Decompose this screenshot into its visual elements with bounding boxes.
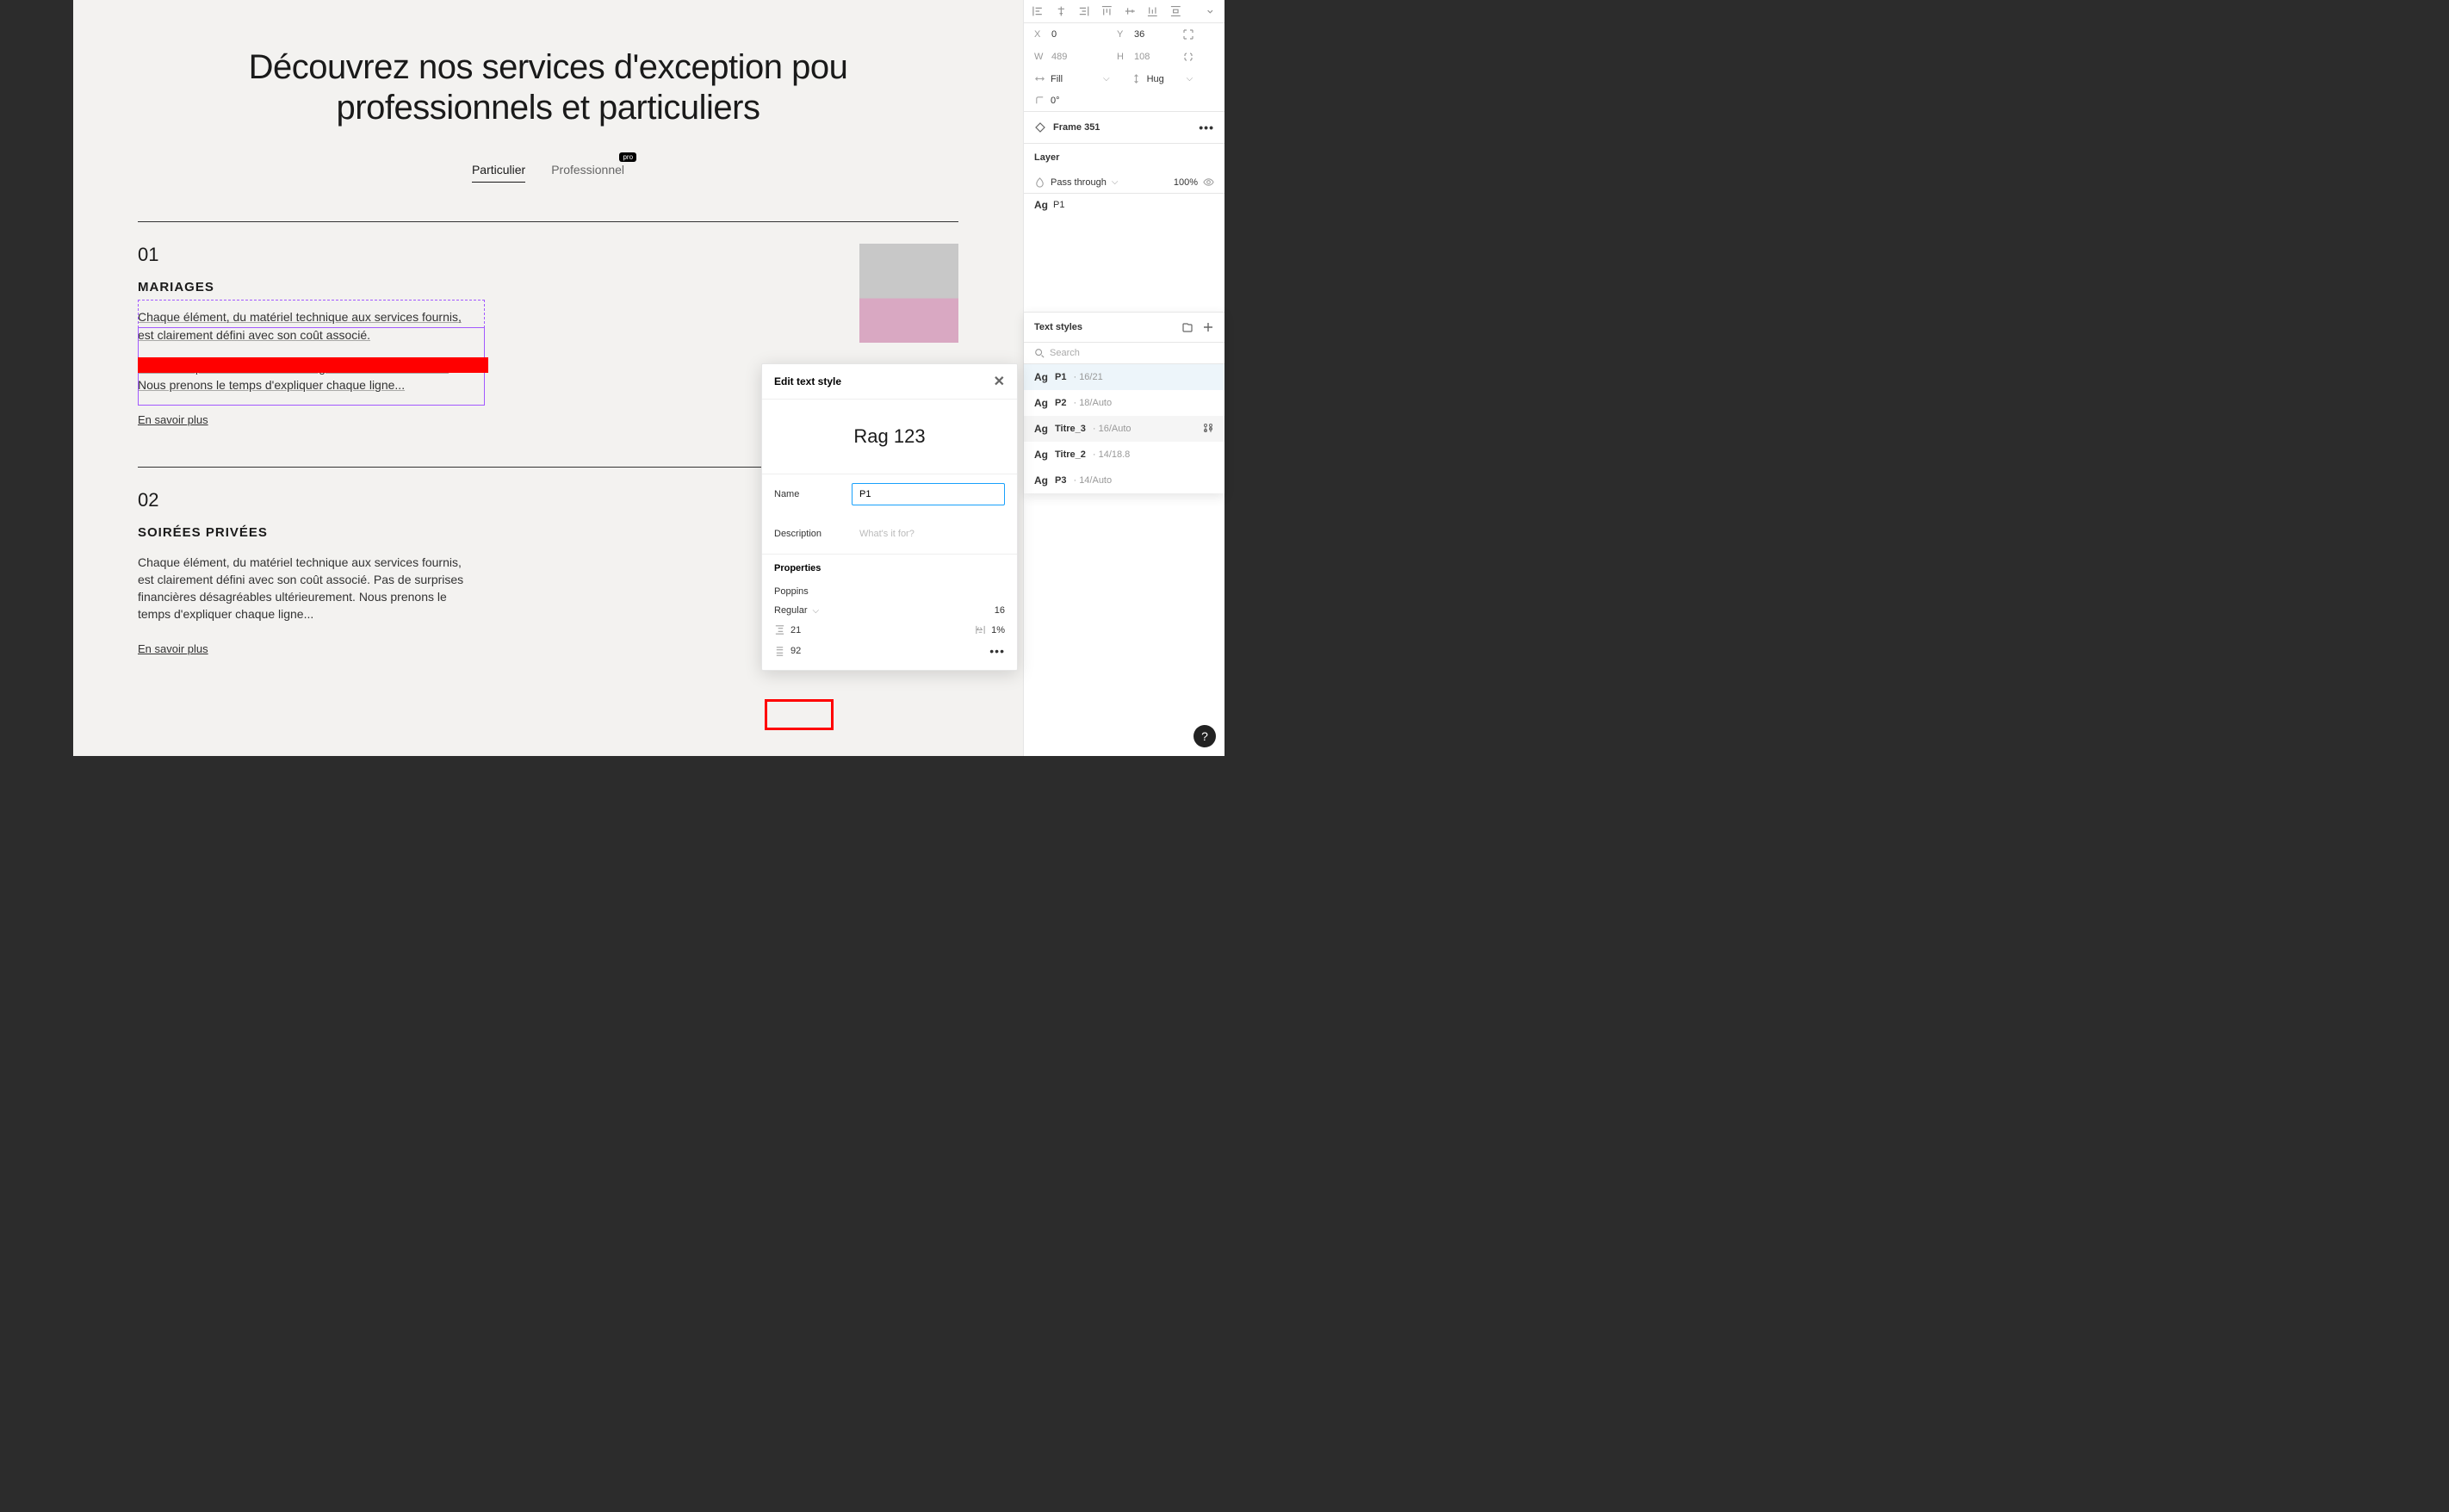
- opacity-value[interactable]: 100%: [1174, 177, 1198, 188]
- learn-more-link[interactable]: En savoir plus: [138, 413, 208, 426]
- h-label: H: [1117, 52, 1129, 62]
- letter-spacing-icon: [975, 624, 986, 635]
- horizontal-resize-icon: [1034, 73, 1045, 84]
- h-value[interactable]: 108: [1134, 52, 1177, 62]
- style-preview: Rag 123: [762, 400, 1017, 474]
- align-vcenter-icon[interactable]: [1125, 5, 1136, 17]
- frame-name[interactable]: Frame 351: [1053, 122, 1100, 133]
- name-label: Name: [774, 489, 843, 499]
- hero-heading-line1: Découvrez nos services d'exception pou: [249, 48, 848, 86]
- align-to-pixel-icon[interactable]: [1182, 28, 1194, 40]
- alignment-toolbar: [1024, 0, 1224, 23]
- learn-more-link[interactable]: En savoir plus: [138, 642, 208, 655]
- text-style-item-p2[interactable]: Ag P2 · 18/Auto: [1024, 390, 1224, 416]
- properties-title: Properties: [762, 554, 1017, 582]
- more-type-options-icon[interactable]: •••: [989, 644, 1005, 658]
- layer-section-title: Layer: [1024, 144, 1224, 171]
- y-label: Y: [1117, 29, 1129, 40]
- x-label: X: [1034, 29, 1046, 40]
- w-label: W: [1034, 52, 1046, 62]
- rotation-icon: [1034, 95, 1045, 106]
- pro-badge: pro: [619, 152, 636, 162]
- paragraph-spacing-icon: [774, 646, 785, 657]
- edit-style-icon[interactable]: [1202, 423, 1214, 435]
- style-description-input[interactable]: [852, 523, 1005, 545]
- text-style-item-titre2[interactable]: Ag Titre_2 · 14/18.8: [1024, 442, 1224, 468]
- text-style-item-p1[interactable]: Ag P1 · 16/21: [1024, 364, 1224, 390]
- search-placeholder: Search: [1050, 348, 1080, 358]
- y-value[interactable]: 36: [1134, 29, 1177, 40]
- more-alignment-icon[interactable]: [1205, 5, 1216, 17]
- align-bottom-icon[interactable]: [1147, 5, 1158, 17]
- font-weight[interactable]: Regular: [774, 605, 808, 616]
- library-icon[interactable]: [1181, 321, 1194, 333]
- text-styles-search[interactable]: Search: [1024, 343, 1224, 364]
- layers-panel: [0, 0, 73, 756]
- align-hcenter-icon[interactable]: [1056, 5, 1067, 17]
- tab-professionnel[interactable]: Professionnel pro: [551, 163, 624, 183]
- align-right-icon[interactable]: [1078, 5, 1089, 17]
- line-height-icon: [774, 624, 785, 635]
- constrain-proportions-icon[interactable]: [1182, 51, 1194, 63]
- chevron-down-icon[interactable]: ⌵: [1112, 177, 1119, 187]
- x-value[interactable]: 0: [1051, 29, 1112, 40]
- autolayout-icon: [1034, 121, 1046, 133]
- text-style-item-titre3[interactable]: Ag Titre_3 · 16/Auto: [1024, 416, 1224, 442]
- chevron-down-icon[interactable]: ⌵: [813, 606, 820, 616]
- edit-text-style-popup: Edit text style ✕ Rag 123 Name Descripti…: [761, 363, 1018, 671]
- w-value[interactable]: 489: [1051, 52, 1112, 62]
- rotation-value[interactable]: 0°: [1051, 96, 1060, 106]
- chevron-down-icon[interactable]: ⌵: [1187, 74, 1194, 84]
- chevron-down-icon[interactable]: ⌵: [1103, 74, 1110, 84]
- close-icon[interactable]: ✕: [994, 373, 1005, 390]
- tab-professionnel-label: Professionnel: [551, 163, 624, 177]
- text-styles-title: Text styles: [1034, 322, 1082, 332]
- font-size[interactable]: 16: [995, 605, 1005, 616]
- popup-title: Edit text style: [774, 375, 841, 387]
- section-number: 01: [138, 244, 859, 266]
- vertical-resize-icon: [1131, 73, 1142, 84]
- section-paragraph: Chaque élément, du matériel technique au…: [138, 554, 474, 623]
- design-panel: X 0 Y 36 W 489 H 108 Fill ⌵ Hug ⌵ 0° Fra…: [1023, 0, 1224, 756]
- text-style-item-p3[interactable]: Ag P3 · 14/Auto: [1024, 468, 1224, 493]
- search-icon: [1034, 348, 1045, 358]
- hero-heading-line2: professionnels et particuliers: [337, 89, 760, 127]
- more-icon[interactable]: •••: [1199, 121, 1214, 134]
- current-text-style[interactable]: P1: [1053, 200, 1064, 210]
- section-image: [859, 244, 958, 343]
- blend-mode[interactable]: Pass through: [1051, 177, 1107, 188]
- resize-w[interactable]: Fill: [1051, 74, 1098, 84]
- hero-heading: Découvrez nos services d'exception pou p…: [73, 47, 1023, 128]
- blend-mode-icon: [1034, 177, 1045, 188]
- paragraph-spacing-value[interactable]: 92: [790, 646, 801, 656]
- resize-h[interactable]: Hug: [1147, 74, 1181, 84]
- visibility-icon[interactable]: [1203, 177, 1214, 188]
- letter-spacing-value[interactable]: 1%: [991, 625, 1005, 635]
- add-style-icon[interactable]: [1202, 321, 1214, 333]
- ag-icon: Ag: [1034, 199, 1048, 211]
- section-title: MARIAGES: [138, 280, 859, 294]
- text-styles-panel: Text styles Search Ag P1 · 16/21 Ag P2 ·…: [1024, 312, 1224, 493]
- annotation-red-box: [765, 699, 834, 730]
- font-family[interactable]: Poppins: [774, 586, 809, 597]
- services-tabs: Particulier Professionnel pro: [73, 163, 1023, 183]
- description-label: Description: [774, 529, 843, 539]
- annotation-red-highlight: [138, 357, 488, 373]
- help-button[interactable]: ?: [1194, 725, 1216, 747]
- style-name-input[interactable]: [852, 483, 1005, 505]
- line-height-value[interactable]: 21: [790, 625, 801, 635]
- align-top-icon[interactable]: [1101, 5, 1113, 17]
- tab-particulier[interactable]: Particulier: [472, 163, 525, 183]
- align-left-icon[interactable]: [1032, 5, 1044, 17]
- distribute-icon[interactable]: [1170, 5, 1181, 17]
